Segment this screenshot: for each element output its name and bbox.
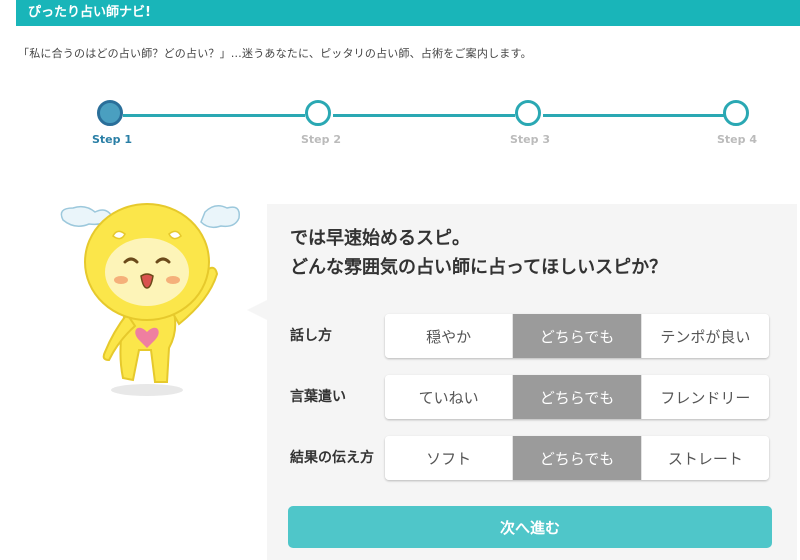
step-connector: [333, 114, 515, 117]
step-progress: Step 1 Step 2 Step 3 Step 4: [0, 95, 800, 165]
speech-bubble-tail: [247, 300, 267, 320]
option-either[interactable]: どちらでも: [513, 436, 642, 480]
question-line-2: どんな雰囲気の占い師に占ってほしいスピか？: [290, 257, 668, 278]
step-connector: [123, 114, 305, 117]
site-header: ぴったり占い師ナビ!: [16, 0, 800, 26]
option-straight[interactable]: ストレート: [641, 436, 769, 480]
step-2-circle: [305, 100, 331, 126]
step-4-circle: [723, 100, 749, 126]
option-soft[interactable]: ソフト: [385, 436, 514, 480]
question-text: では早速始めるスピ。 どんな雰囲気の占い師に占ってほしいスピか？: [290, 224, 667, 282]
row-label-wording: 言葉遣い: [290, 389, 346, 405]
option-calm[interactable]: 穏やか: [385, 314, 514, 358]
mascot-icon: [60, 203, 240, 396]
question-line-1: では早速始めるスピ。: [290, 228, 470, 249]
step-3-label: Step 3: [510, 133, 550, 146]
site-title: ぴったり占い師ナビ!: [28, 5, 151, 20]
option-friendly[interactable]: フレンドリー: [641, 375, 769, 419]
next-button[interactable]: 次へ進む: [288, 506, 772, 548]
step-1-circle: [97, 100, 123, 126]
result-delivery-selector: ソフト どちらでも ストレート: [385, 436, 769, 480]
wording-selector: ていねい どちらでも フレンドリー: [385, 375, 769, 419]
speaking-style-selector: 穏やか どちらでも テンポが良い: [385, 314, 769, 358]
step-connector: [543, 114, 725, 117]
row-label-speaking-style: 話し方: [290, 328, 332, 344]
step-1-label: Step 1: [92, 133, 132, 146]
option-either[interactable]: どちらでも: [513, 375, 642, 419]
step-3-circle: [515, 100, 541, 126]
step-2-label: Step 2: [301, 133, 341, 146]
option-good-tempo[interactable]: テンポが良い: [641, 314, 769, 358]
step-4-label: Step 4: [717, 133, 757, 146]
mascot-illustration: [55, 200, 255, 410]
intro-text: 「私に合うのはどの占い師？どの占い？」…迷うあなたに、ピッタリの占い師、占術をご…: [18, 47, 532, 60]
row-label-result-delivery: 結果の伝え方: [290, 450, 374, 466]
option-polite[interactable]: ていねい: [385, 375, 514, 419]
option-either[interactable]: どちらでも: [513, 314, 642, 358]
